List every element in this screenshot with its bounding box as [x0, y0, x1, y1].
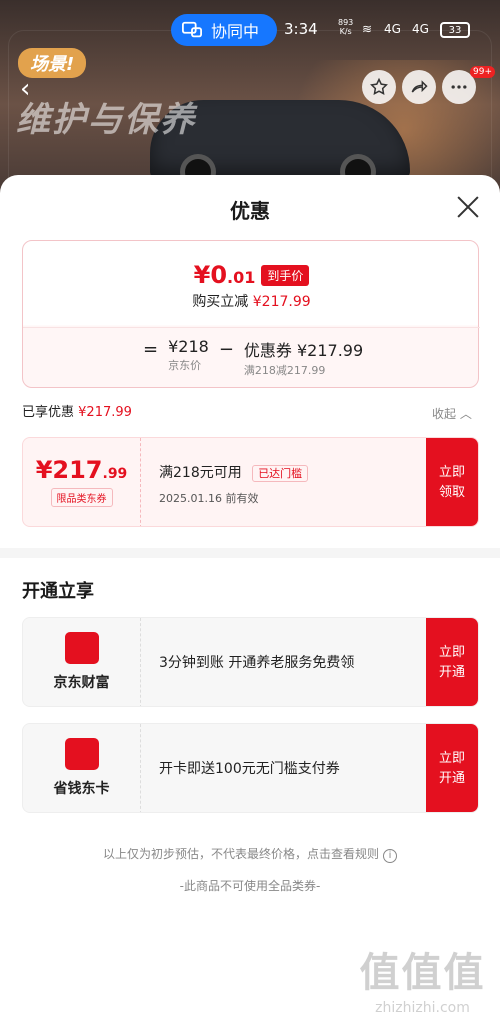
- coupon-restriction-note: -此商品不可使用全品类券-: [179, 879, 321, 893]
- star-icon: [370, 77, 388, 95]
- site-watermark: 值值值 zhizhizhi.com: [350, 940, 495, 1016]
- coupon-amount-block: ¥217.99 限品类东券: [23, 438, 141, 526]
- price-divider: [23, 327, 480, 328]
- open-line-1: 立即: [438, 645, 465, 660]
- final-price-int: 0: [210, 261, 228, 289]
- coupon-block: 优惠券 ¥217.99 满218减217.99: [244, 337, 363, 378]
- net-speed-value: 893: [338, 18, 354, 27]
- jd-price: ¥218: [168, 337, 209, 356]
- deal-price-tag: 到手价: [261, 264, 310, 286]
- final-price: ¥0.01: [194, 261, 256, 289]
- reduce-label: 购买立减: [192, 294, 249, 310]
- price-breakdown-card: ¥0.01 到手价 购买立减 ¥217.99 = ¥218 京东价 − 优惠券 …: [22, 240, 480, 388]
- saving-card-card: 省钱东卡 开卡即送100元无门槛支付券 立即开通: [22, 723, 479, 813]
- enjoyed-value: ¥217.99: [78, 405, 132, 420]
- chevron-up-icon: ︿: [459, 407, 472, 421]
- coupon-value: 优惠券 ¥217.99: [243, 341, 364, 360]
- signal-2: 4G: [412, 22, 429, 36]
- minus-sign: −: [218, 339, 234, 360]
- more-icon: [451, 85, 467, 89]
- claim-line-1: 立即: [438, 465, 465, 480]
- collapse-label: 收起: [432, 407, 457, 421]
- claim-coupon-button[interactable]: 立即 领取: [426, 438, 478, 526]
- watermark-logo: 值值值: [359, 950, 486, 996]
- collapse-toggle[interactable]: 收起 ︿: [432, 405, 472, 422]
- jd-price-label: 京东价: [168, 359, 202, 372]
- coupon-rule: 满218减217.99: [243, 364, 326, 377]
- coupon-condition: 满218元可用: [159, 465, 242, 481]
- final-price-dec: .01: [227, 268, 256, 287]
- claim-line-2: 领取: [438, 485, 465, 500]
- jd-wealth-desc: 3分钟到账 开通养老服务免费领: [159, 655, 355, 671]
- sheet-title: 优惠: [230, 199, 270, 223]
- clock: 3:34: [284, 20, 318, 38]
- jd-price-block: ¥218 京东价: [168, 337, 209, 373]
- estimate-disclaimer[interactable]: 以上仅为初步预估，不代表最终价格，点击查看规则 i: [0, 845, 500, 863]
- discount-sheet: 优惠 ¥0.01 到手价 购买立减 ¥217.99 = ¥218 京东价 − 优…: [0, 175, 500, 1029]
- info-icon: i: [383, 849, 397, 863]
- open-saving-card-button[interactable]: 立即 开通: [426, 724, 478, 812]
- wallet-icon: [64, 632, 99, 664]
- final-price-row: ¥0.01 到手价: [23, 261, 480, 289]
- banner-title: 维护与保养: [16, 100, 196, 140]
- open-line-2: 开通: [438, 665, 465, 680]
- price-formula: = ¥218 京东价 − 优惠券 ¥217.99 满218减217.99: [143, 337, 363, 378]
- collab-label: 协同中: [211, 22, 260, 41]
- wifi-icon: ≋: [362, 22, 373, 36]
- back-icon[interactable]: ‹: [20, 74, 30, 104]
- status-bar: 协同中 3:34 893 K/s ≋ 4G 4G 33: [0, 0, 500, 52]
- equals-sign: =: [143, 339, 159, 360]
- coupon-amount: ¥217.99: [23, 456, 140, 484]
- coupon-scope: 限品类东券: [50, 488, 113, 507]
- collab-pill[interactable]: 协同中: [171, 14, 277, 46]
- section-separator: [0, 548, 500, 558]
- net-speed: 893 K/s: [338, 18, 353, 36]
- reduce-value: ¥217.99: [252, 294, 311, 310]
- share-icon: [411, 80, 428, 93]
- cart-badge: 99+: [470, 66, 495, 78]
- saving-card-desc: 开卡即送100元无门槛支付券: [159, 761, 340, 777]
- enjoyed-discount: 已享优惠 ¥217.99: [22, 401, 132, 420]
- net-speed-unit: K/s: [339, 27, 352, 36]
- instant-reduce-row: 购买立减 ¥217.99: [23, 291, 480, 311]
- open-line-1: 立即: [438, 751, 465, 766]
- coupon-card: ¥217.99 限品类东券 满218元可用 已达门槛 2025.01.16 前有…: [22, 437, 479, 527]
- close-icon[interactable]: [454, 193, 482, 221]
- saving-card-name: 省钱东卡: [53, 781, 110, 797]
- coupon-info: 满218元可用 已达门槛 2025.01.16 前有效: [159, 462, 309, 506]
- jd-wealth-brand: 京东财富: [23, 618, 141, 706]
- open-jd-wealth-button[interactable]: 立即 开通: [426, 618, 478, 706]
- enjoyed-label: 已享优惠: [22, 405, 75, 420]
- favorite-button[interactable]: [362, 70, 396, 104]
- share-button[interactable]: [402, 70, 436, 104]
- threshold-reached-tag: 已达门槛: [252, 465, 309, 482]
- jd-wealth-card: 京东财富 3分钟到账 开通养老服务免费领 立即开通: [22, 617, 479, 707]
- battery-indicator: 33: [440, 22, 470, 38]
- open-line-2: 开通: [438, 771, 465, 786]
- coupon-amount-int: 217: [52, 456, 103, 484]
- bank-card-icon: [64, 738, 99, 770]
- open-section-title: 开通立享: [22, 581, 94, 602]
- saving-card-brand: 省钱东卡: [23, 724, 141, 812]
- coupon-amount-dec: .99: [102, 466, 128, 482]
- coupon-currency: ¥: [35, 456, 53, 484]
- coupon-condition-row: 满218元可用 已达门槛: [159, 462, 309, 482]
- jd-wealth-name: 京东财富: [53, 675, 110, 691]
- coupon-validity: 2025.01.16 前有效: [159, 492, 259, 505]
- currency-sign: ¥: [193, 261, 211, 289]
- watermark-site: zhizhizhi.com: [375, 1000, 470, 1016]
- multi-screen-icon: [182, 21, 203, 38]
- signal-1: 4G: [384, 22, 401, 36]
- disclaimer-text: 以上仅为初步预估，不代表最终价格，点击查看规则: [102, 847, 379, 861]
